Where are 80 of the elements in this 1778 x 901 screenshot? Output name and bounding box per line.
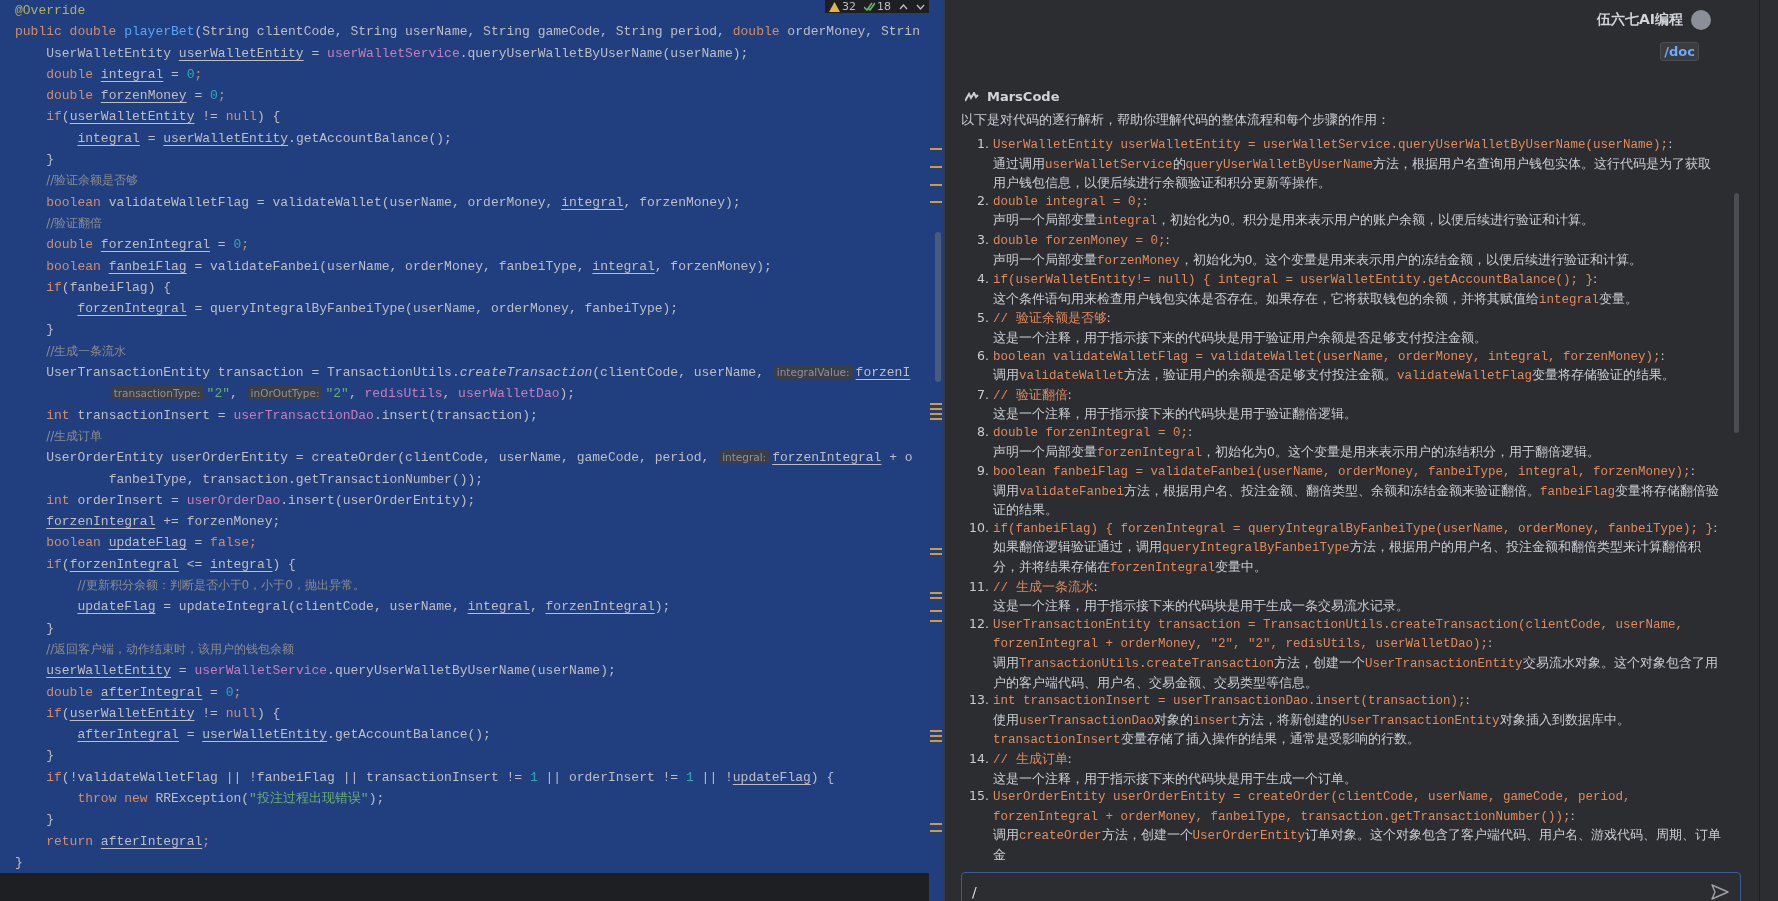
list-number: 5. [976, 309, 990, 328]
list-number: 4. [976, 270, 990, 289]
list-number: 12. [968, 614, 990, 633]
list-number: 11. [968, 577, 990, 596]
explanation-text: 声明一个局部变量integral，初始化为0。积分是用来表示用户的账户余额，以便后续进行验证和计算。 [993, 211, 1595, 231]
warning-marker[interactable] [930, 830, 942, 832]
explanation-text: 通过调用userWalletService的queryUserWalletByUserName方法，根据用户名查询用户钱包实体。这行代码是为了获取用户钱包信息，以便后续进行余额验证和积分更新等操作。 [993, 154, 1713, 192]
warning-marker[interactable] [930, 184, 942, 186]
warning-marker[interactable] [930, 592, 942, 594]
chat-input[interactable]: / [961, 871, 1741, 901]
warning-marker[interactable] [930, 597, 942, 599]
explanation-text: 使用userTransactionDao对象的insert方法，将新创建的UserTransactionEntity对象插入到数据库中。 transactionInsert变量存储了插入操作的结果，通常是受影响的行数。 [993, 710, 1631, 750]
code-statement: UserTransactionEntity transaction = TransactionUtils.createTransaction(clientCode, userName, forzenIntegral + orderMoney, "2", "2", redisUtils, userWalletDao);: [993, 616, 1685, 654]
send-icon[interactable] [1711, 883, 1729, 900]
explanation-text: 声明一个局部变量forzenIntegral，初始化为0。这个变量是用来表示用户的冻结积分，用于翻倍逻辑。 [993, 442, 1601, 462]
warning-icon [829, 1, 840, 12]
explanation-text: 这是一个注释，用于指示接下来的代码块是用于验证翻倍逻辑。 [993, 405, 1358, 423]
warning-marker[interactable] [930, 418, 942, 420]
warning-marker[interactable] [930, 730, 942, 732]
code-statement: if(userWalletEntity!= null) { integral = userWalletEntity.getAccountBalance(); }: [993, 270, 1599, 290]
warning-marker[interactable] [930, 553, 942, 555]
list-number: 9. [976, 462, 990, 481]
code-statement: UserOrderEntity userOrderEntity = createOrder(clientCode, userName, gameCode, period, forzenIntegral + orderMoney, fanbeiType, transaction.getTransactionNumber());: [993, 789, 1632, 826]
warning-marker[interactable] [930, 166, 942, 168]
check-count[interactable]: 18 [864, 0, 891, 13]
warning-marker[interactable] [930, 610, 942, 612]
list-number: 8. [976, 422, 990, 441]
code-statement: if(fanbeiFlag) { forzenIntegral = queryIntegralByFanbeiType(userName, orderMoney, fanbeiType); }: [993, 518, 1719, 538]
code-statement: // 验证翻倍: [993, 385, 1073, 405]
explanation-text: 这是一个注释，用于指示接下来的代码块是用于验证用户余额是否足够支付投注金额。 [993, 328, 1488, 347]
explanation-text: 调用validateWallet方法，验证用户的余额是否足够支付投注金额。validateWalletFlag变量将存储验证的结果。 [993, 366, 1677, 386]
avatar [1691, 10, 1711, 30]
double-check-icon [864, 1, 875, 12]
scrollbar-thumb[interactable] [935, 232, 941, 382]
code-statement: boolean fanbeiFlag = validateFanbei(userName, orderMoney, fanbeiType, integral, forzenMoney);: [993, 462, 1696, 482]
code-statement: // 验证余额是否够: [993, 309, 1112, 329]
list-number: 1. [976, 135, 990, 153]
code-statement: // 生成订单: [993, 750, 1073, 769]
code-statement: // 生成一条流水: [993, 577, 1099, 597]
chevron-down-icon[interactable] [916, 3, 925, 10]
explanation-text: 调用createOrder方法，创建一个UserOrderEntity订单对象。这个对象包含了客户端代码、用户名、游戏代码、周期、订单金 [993, 826, 1723, 864]
warning-marker[interactable] [930, 735, 942, 737]
user-name: 伍六七AI编程 [1596, 11, 1683, 29]
warning-marker[interactable] [930, 823, 942, 825]
code-statement: double forzenIntegral = 0;: [993, 422, 1194, 442]
scrollbar-thumb[interactable] [1734, 193, 1739, 433]
warning-marker[interactable] [930, 201, 942, 203]
list-number: 10. [968, 518, 990, 537]
list-number: 2. [976, 191, 990, 210]
intro-text: 以下是对代码的逐行解析，帮助你理解代码的整体流程和每个步骤的作用： [961, 112, 1391, 129]
list-number: 6. [976, 346, 990, 365]
command-chip: /doc [1660, 42, 1699, 61]
code-statement: int transactionInsert = userTransactionDao.insert(transaction);: [993, 691, 1471, 711]
list-number: 3. [976, 230, 990, 249]
warning-marker[interactable] [930, 548, 942, 550]
warning-marker[interactable] [930, 413, 942, 415]
warning-marker[interactable] [930, 403, 942, 405]
explanation-text: 这个条件语句用来检查用户钱包实体是否存在。如果存在，它将获取钱包的余额，并将其赋值给integral变量。 [993, 289, 1639, 309]
explanation-text: 调用TransactionUtils.createTransaction方法，创建一个UserTransactionEntity交易流水对象。这个对象包含了用户的客户端代码、用户名、交易金额、交易类型等信息。 [993, 654, 1719, 692]
list-number: 15. [968, 787, 990, 806]
explanation-text: 这是一个注释，用于指示接下来的代码块是用于生成一条交易流水记录。 [993, 597, 1410, 615]
code-statement: boolean validateWalletFlag = validateWallet(userName, orderMoney, integral, forzenMoney);: [993, 346, 1666, 366]
list-number: 7. [976, 385, 990, 404]
chevron-up-icon[interactable] [899, 3, 908, 10]
list-number: 14. [968, 750, 990, 768]
list-number: 13. [968, 691, 990, 710]
code-statement: double integral = 0;: [993, 191, 1149, 211]
explanation-text: 调用validateFanbei方法，根据用户名、投注金额、翻倍类型、余额和冻结金额来验证翻倍。fanbeiFlag变量将存储翻倍验证的结果。 [993, 481, 1721, 519]
warning-marker[interactable] [930, 740, 942, 742]
assistant-name: MarsCode [987, 89, 1060, 104]
code-statement: UserWalletEntity userWalletEntity = userWalletService.queryUserWalletByUserName(userName);: [993, 135, 1674, 154]
explanation-text: 声明一个局部变量forzenMoney，初始化为0。这个变量是用来表示用户的冻结金额，以便后续进行验证和计算。 [993, 250, 1644, 270]
logo-icon [965, 91, 979, 102]
warning-marker[interactable] [930, 408, 942, 410]
explanation-text: 如果翻倍逻辑验证通过，调用queryIntegralByFanbeiType方法，根据用户的用户名、投注金额和翻倍类型来计算翻倍积分，并将结果存储在forzenIntegral变量中。 [993, 538, 1702, 578]
explanation-text: 这是一个注释，用于指示接下来的代码块是用于生成一个订单。 [993, 769, 1358, 788]
code-statement: double forzenMoney = 0;: [993, 230, 1171, 250]
warning-marker[interactable] [930, 620, 942, 622]
warning-marker[interactable] [930, 148, 942, 150]
warning-count[interactable]: 32 [829, 0, 856, 13]
